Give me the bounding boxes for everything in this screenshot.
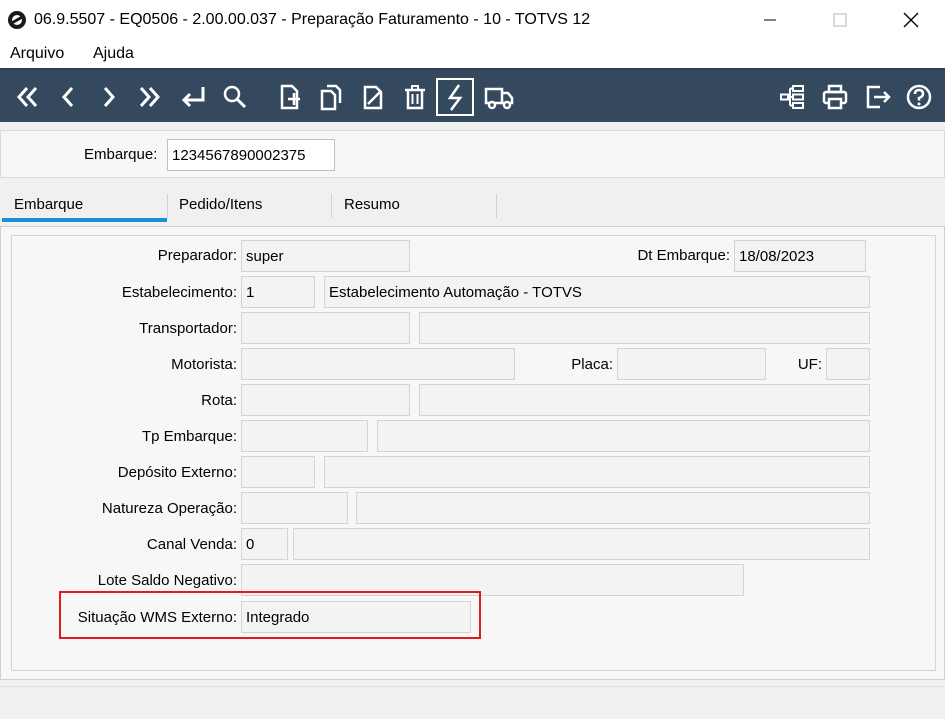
embarque-label: Embarque: bbox=[84, 146, 158, 163]
exit-button[interactable] bbox=[859, 78, 897, 116]
natureza-operacao-description-field bbox=[356, 492, 870, 524]
minimize-icon bbox=[764, 19, 776, 21]
deposito-externo-code-field[interactable] bbox=[241, 456, 315, 488]
exit-icon bbox=[866, 85, 891, 109]
execute-button[interactable] bbox=[436, 78, 474, 116]
next-icon bbox=[103, 87, 116, 107]
delete-button[interactable] bbox=[396, 78, 434, 116]
uf-field[interactable] bbox=[826, 348, 870, 380]
edit-button[interactable] bbox=[354, 78, 392, 116]
execute-icon bbox=[447, 84, 463, 111]
tp-embarque-code-field[interactable] bbox=[241, 420, 368, 452]
motorista-field[interactable] bbox=[241, 348, 515, 380]
estabelecimento-description-field: Estabelecimento Automação - TOTVS bbox=[324, 276, 870, 308]
minimize-button[interactable] bbox=[747, 4, 793, 36]
delete-icon bbox=[405, 85, 425, 110]
print-button[interactable] bbox=[816, 78, 854, 116]
deposito-externo-description-field bbox=[324, 456, 870, 488]
new-button[interactable] bbox=[270, 78, 308, 116]
previous-icon bbox=[61, 87, 74, 107]
status-bar bbox=[0, 686, 945, 719]
rota-code-field[interactable] bbox=[241, 384, 410, 416]
window-title: 06.9.5507 - EQ0506 - 2.00.00.037 - Prepa… bbox=[34, 11, 591, 28]
tab-bar: Embarque Pedido/Itens Resumo bbox=[0, 188, 945, 224]
placa-field[interactable] bbox=[617, 348, 766, 380]
navigation-tree-icon bbox=[780, 85, 804, 109]
copy-button[interactable] bbox=[312, 78, 350, 116]
uf-label: UF: bbox=[797, 356, 822, 373]
print-icon bbox=[822, 84, 848, 110]
lote-saldo-negativo-label: Lote Saldo Negativo: bbox=[97, 572, 237, 589]
last-record-button[interactable] bbox=[131, 78, 169, 116]
goto-button[interactable] bbox=[174, 78, 212, 116]
maximize-icon bbox=[833, 13, 847, 27]
goto-icon bbox=[181, 87, 205, 108]
truck-icon bbox=[484, 87, 514, 110]
transportador-description-field bbox=[419, 312, 870, 344]
maximize-button[interactable] bbox=[817, 4, 863, 36]
close-button[interactable] bbox=[888, 4, 934, 36]
next-record-button[interactable] bbox=[90, 78, 128, 116]
placa-label: Placa: bbox=[571, 356, 613, 373]
motorista-label: Motorista: bbox=[171, 356, 237, 373]
first-icon bbox=[16, 87, 38, 107]
tab-divider bbox=[167, 194, 168, 218]
natureza-operacao-label: Natureza Operação: bbox=[101, 500, 237, 517]
natureza-operacao-code-field[interactable] bbox=[241, 492, 348, 524]
rota-description-field bbox=[419, 384, 870, 416]
previous-record-button[interactable] bbox=[49, 78, 87, 116]
totvs-logo-icon bbox=[8, 11, 26, 29]
canal-venda-label: Canal Venda: bbox=[146, 536, 237, 553]
edit-icon bbox=[363, 85, 383, 110]
tab-divider bbox=[496, 194, 497, 218]
tp-embarque-description-field bbox=[377, 420, 870, 452]
shipment-button[interactable] bbox=[480, 78, 518, 116]
menu-arquivo[interactable]: Arquivo bbox=[10, 45, 64, 63]
tab-resumo[interactable]: Resumo bbox=[344, 188, 400, 224]
help-icon bbox=[906, 84, 932, 110]
navigation-tree-button[interactable] bbox=[774, 78, 812, 116]
last-icon bbox=[139, 87, 161, 107]
canal-venda-description-field bbox=[293, 528, 870, 560]
toolbar bbox=[0, 68, 945, 122]
help-button[interactable] bbox=[900, 78, 938, 116]
tab-divider bbox=[331, 194, 332, 218]
estabelecimento-code-field[interactable]: 1 bbox=[241, 276, 315, 308]
search-icon bbox=[223, 85, 247, 109]
menu-bar: Arquivo Ajuda bbox=[0, 40, 945, 68]
transportador-code-field[interactable] bbox=[241, 312, 410, 344]
rota-label: Rota: bbox=[201, 392, 237, 409]
tp-embarque-label: Tp Embarque: bbox=[141, 428, 237, 445]
copy-icon bbox=[320, 84, 342, 111]
dt-embarque-field[interactable]: 18/08/2023 bbox=[734, 240, 866, 272]
tab-pedido-itens[interactable]: Pedido/Itens bbox=[179, 188, 262, 224]
search-button[interactable] bbox=[216, 78, 254, 116]
transportador-label: Transportador: bbox=[139, 320, 237, 337]
new-icon bbox=[280, 84, 300, 110]
canal-venda-code-field[interactable]: 0 bbox=[241, 528, 288, 560]
preparador-field[interactable]: super bbox=[241, 240, 410, 272]
preparador-label: Preparador: bbox=[157, 247, 237, 264]
situacao-wms-highlight-box bbox=[59, 591, 481, 639]
first-record-button[interactable] bbox=[8, 78, 46, 116]
active-tab-indicator bbox=[2, 218, 167, 222]
dt-embarque-label: Dt Embarque: bbox=[637, 247, 730, 264]
menu-ajuda[interactable]: Ajuda bbox=[93, 45, 134, 63]
title-bar: 06.9.5507 - EQ0506 - 2.00.00.037 - Prepa… bbox=[0, 0, 945, 40]
estabelecimento-label: Estabelecimento: bbox=[121, 284, 237, 301]
deposito-externo-label: Depósito Externo: bbox=[117, 464, 237, 481]
close-icon bbox=[903, 12, 919, 28]
embarque-field[interactable]: 1234567890002375 bbox=[167, 139, 335, 171]
